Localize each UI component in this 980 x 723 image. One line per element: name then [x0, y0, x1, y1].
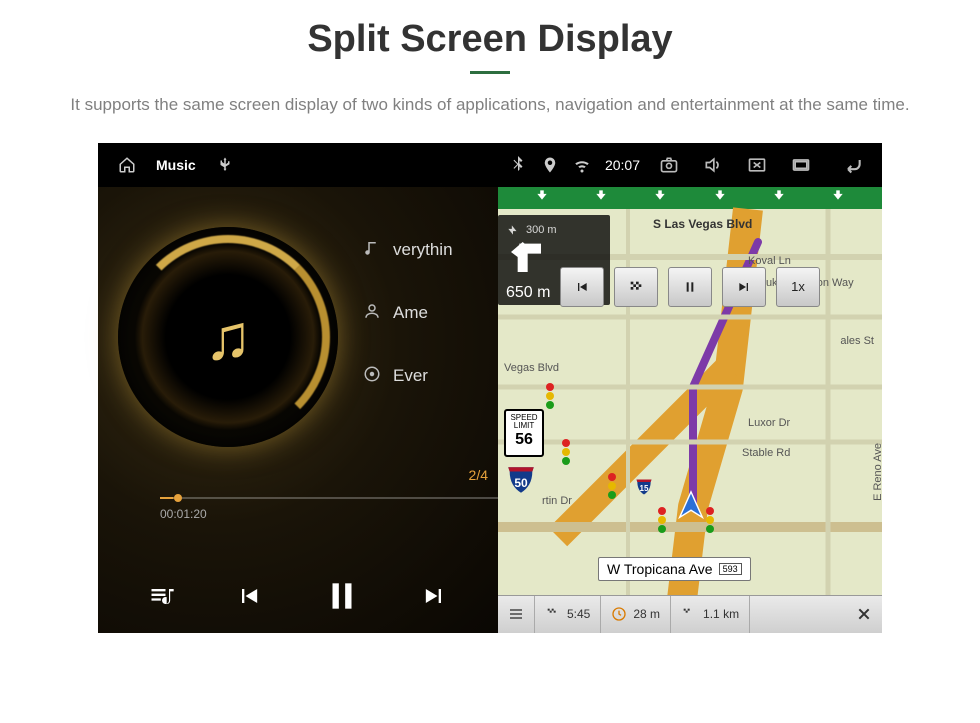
- sim-speed-button[interactable]: 1x: [776, 267, 820, 307]
- track-title: verythin: [393, 240, 453, 260]
- title-underline: [470, 71, 510, 74]
- sim-next-button[interactable]: [722, 267, 766, 307]
- traffic-light-icon: [608, 473, 618, 499]
- bluetooth-icon: [509, 156, 527, 174]
- remaining-distance-value: 1.1 km: [703, 607, 739, 621]
- speed-limit-sign: SPEED LIMIT 56: [504, 409, 544, 457]
- next-button[interactable]: [420, 582, 448, 610]
- map-panel[interactable]: S Las Vegas Blvd Koval Ln Duke Ellington…: [498, 187, 882, 633]
- wifi-icon: [573, 156, 591, 174]
- device-frame: Music 20:07: [98, 143, 882, 633]
- sim-pause-button[interactable]: [668, 267, 712, 307]
- highway-shield: 50: [504, 463, 538, 497]
- map-bottom-bar: 5:45 28 m 1.1 km: [498, 595, 882, 633]
- home-icon[interactable]: [118, 156, 136, 174]
- close-nav-button[interactable]: [846, 596, 882, 633]
- previous-button[interactable]: [235, 582, 263, 610]
- clock-icon: [611, 606, 627, 622]
- music-controls: [98, 577, 498, 615]
- current-street-code: 593: [719, 563, 742, 575]
- music-panel: ♫ verythin Ame Ever 2/4 00:01:20: [98, 187, 498, 633]
- album-art: ♫: [118, 227, 338, 447]
- road-label: rtin Dr: [542, 495, 572, 507]
- status-bar: Music 20:07: [98, 143, 882, 187]
- interstate-number: 15: [634, 477, 654, 497]
- road-label: ales St: [840, 335, 874, 347]
- road-label: Stable Rd: [742, 447, 790, 459]
- volume-button[interactable]: [698, 151, 728, 179]
- split-screen-button[interactable]: [786, 151, 816, 179]
- screenshot-button[interactable]: [654, 151, 684, 179]
- road-label: Vegas Blvd: [504, 362, 559, 374]
- page-subtitle: It supports the same screen display of t…: [0, 92, 980, 118]
- location-icon: [541, 156, 559, 174]
- close-display-button[interactable]: [742, 151, 772, 179]
- sim-prev-button[interactable]: [560, 267, 604, 307]
- track-info: verythin Ame Ever: [363, 239, 498, 388]
- album-icon: [363, 365, 381, 388]
- artist-icon: [363, 302, 381, 325]
- progress-bar[interactable]: [160, 497, 498, 499]
- current-street-banner: W Tropicana Ave 593: [598, 557, 751, 581]
- speed-limit-label: SPEED LIMIT: [506, 414, 542, 432]
- page-title: Split Screen Display: [0, 18, 980, 61]
- road-label: S Las Vegas Blvd: [653, 217, 752, 231]
- sim-flag-button[interactable]: [614, 267, 658, 307]
- pause-button[interactable]: [323, 577, 361, 615]
- current-position-icon: [674, 489, 708, 528]
- road-label: Luxor Dr: [748, 417, 790, 429]
- traffic-light-icon: [658, 507, 668, 533]
- artist-name: Ame: [393, 303, 428, 323]
- road-label: E Reno Ave: [872, 443, 882, 501]
- back-button[interactable]: [838, 151, 868, 179]
- next-turn-distance: 300 m: [526, 224, 557, 236]
- usb-icon: [216, 156, 234, 174]
- eta-value: 5:45: [567, 607, 590, 621]
- simulation-controls: 1x: [498, 267, 882, 307]
- music-note-icon: ♫: [178, 287, 278, 387]
- menu-button[interactable]: [498, 596, 535, 633]
- distance-flag-icon: [681, 606, 697, 622]
- track-counter: 2/4: [469, 467, 488, 483]
- music-note-small-icon: [363, 239, 381, 262]
- road-label: Koval Ln: [748, 255, 791, 267]
- album-name: Ever: [393, 366, 428, 386]
- interstate-shield: 15: [634, 477, 654, 497]
- current-street-name: W Tropicana Ave: [607, 561, 713, 577]
- statusbar-title: Music: [156, 157, 196, 173]
- traffic-light-icon: [562, 439, 572, 465]
- speed-limit-value: 56: [506, 431, 542, 449]
- travel-time-value: 28 m: [633, 607, 660, 621]
- flag-icon: [545, 606, 561, 622]
- playlist-button[interactable]: [148, 582, 176, 610]
- elapsed-time: 00:01:20: [160, 507, 207, 521]
- clock-text: 20:07: [605, 157, 640, 173]
- highway-number: 50: [504, 463, 538, 497]
- traffic-light-icon: [546, 383, 556, 409]
